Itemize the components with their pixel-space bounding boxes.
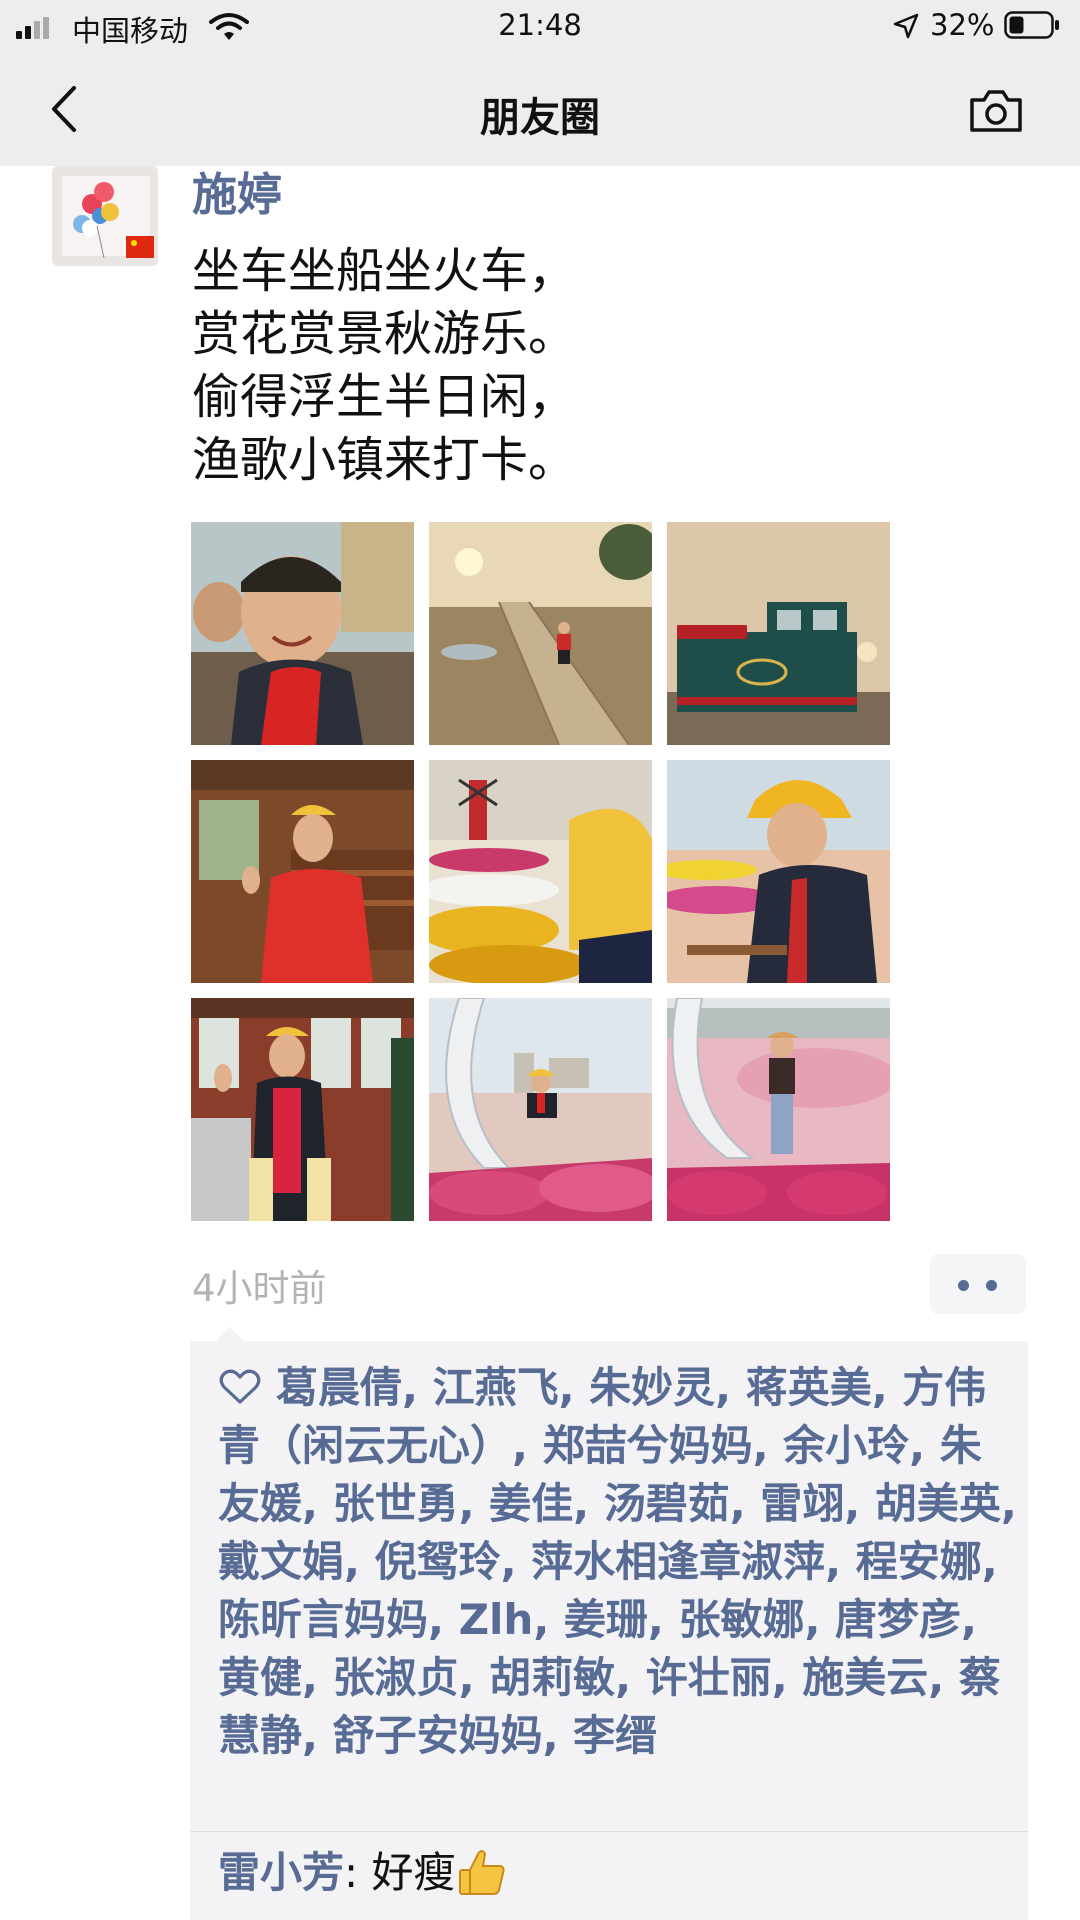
post-line: 渔歌小镇来打卡。: [192, 432, 577, 488]
likes-list: 葛晨倩, 江燕飞, 朱妙灵, 蒋英美, 方伟青（闲云无心）, 郑喆兮妈妈, 余小…: [218, 1359, 1018, 1765]
photo-thumbnail[interactable]: [191, 760, 414, 983]
nav-bar: 朋友圈: [0, 52, 1080, 166]
likes-pointer: [216, 1327, 244, 1341]
comment-separator: :: [344, 1848, 372, 1897]
thumbs-up-icon: [458, 1849, 505, 1895]
battery-percent: 32%: [930, 8, 995, 42]
photo-thumbnail[interactable]: [667, 760, 890, 983]
post-author[interactable]: 施婷: [192, 158, 282, 223]
photo-thumbnail[interactable]: [429, 998, 652, 1221]
photo-thumbnail[interactable]: [429, 522, 652, 745]
page-title: 朋友圈: [480, 95, 600, 141]
camera-icon[interactable]: [968, 86, 1024, 134]
comment-text: 好瘦: [371, 1848, 456, 1897]
interaction-panel: 葛晨倩, 江燕飞, 朱妙灵, 蒋英美, 方伟青（闲云无心）, 郑喆兮妈妈, 余小…: [190, 1341, 1028, 1920]
divider: [190, 1831, 1028, 1832]
post-text: 坐车坐船坐火车， 赏花赏景秋游乐。 偷得浮生半日闲， 渔歌小镇来打卡。: [192, 240, 1012, 492]
post-line: 偷得浮生半日闲，: [192, 369, 577, 425]
status-bar: 中国移动 21:48 32%: [0, 0, 1080, 52]
photo-thumbnail[interactable]: [429, 760, 652, 983]
likes-names[interactable]: 葛晨倩, 江燕飞, 朱妙灵, 蒋英美, 方伟青（闲云无心）, 郑喆兮妈妈, 余小…: [218, 1363, 1017, 1760]
more-actions-button[interactable]: [930, 1254, 1026, 1314]
comment-author[interactable]: 雷小芳: [218, 1848, 344, 1897]
post-time: 4小时前: [192, 1267, 327, 1310]
comment-item[interactable]: 雷小芳: 好瘦: [218, 1843, 508, 1903]
avatar[interactable]: [52, 166, 158, 266]
location-arrow-icon: [893, 13, 919, 39]
photo-thumbnail[interactable]: [191, 998, 414, 1221]
photo-thumbnail[interactable]: [667, 998, 890, 1221]
photo-grid: [191, 522, 890, 1221]
photo-thumbnail[interactable]: [191, 522, 414, 745]
post-line: 坐车坐船坐火车，: [192, 243, 577, 299]
battery-icon: [1004, 11, 1059, 39]
heart-icon: [219, 1369, 261, 1404]
post-line: 赏花赏景秋游乐。: [192, 306, 577, 362]
photo-thumbnail[interactable]: [667, 522, 890, 745]
